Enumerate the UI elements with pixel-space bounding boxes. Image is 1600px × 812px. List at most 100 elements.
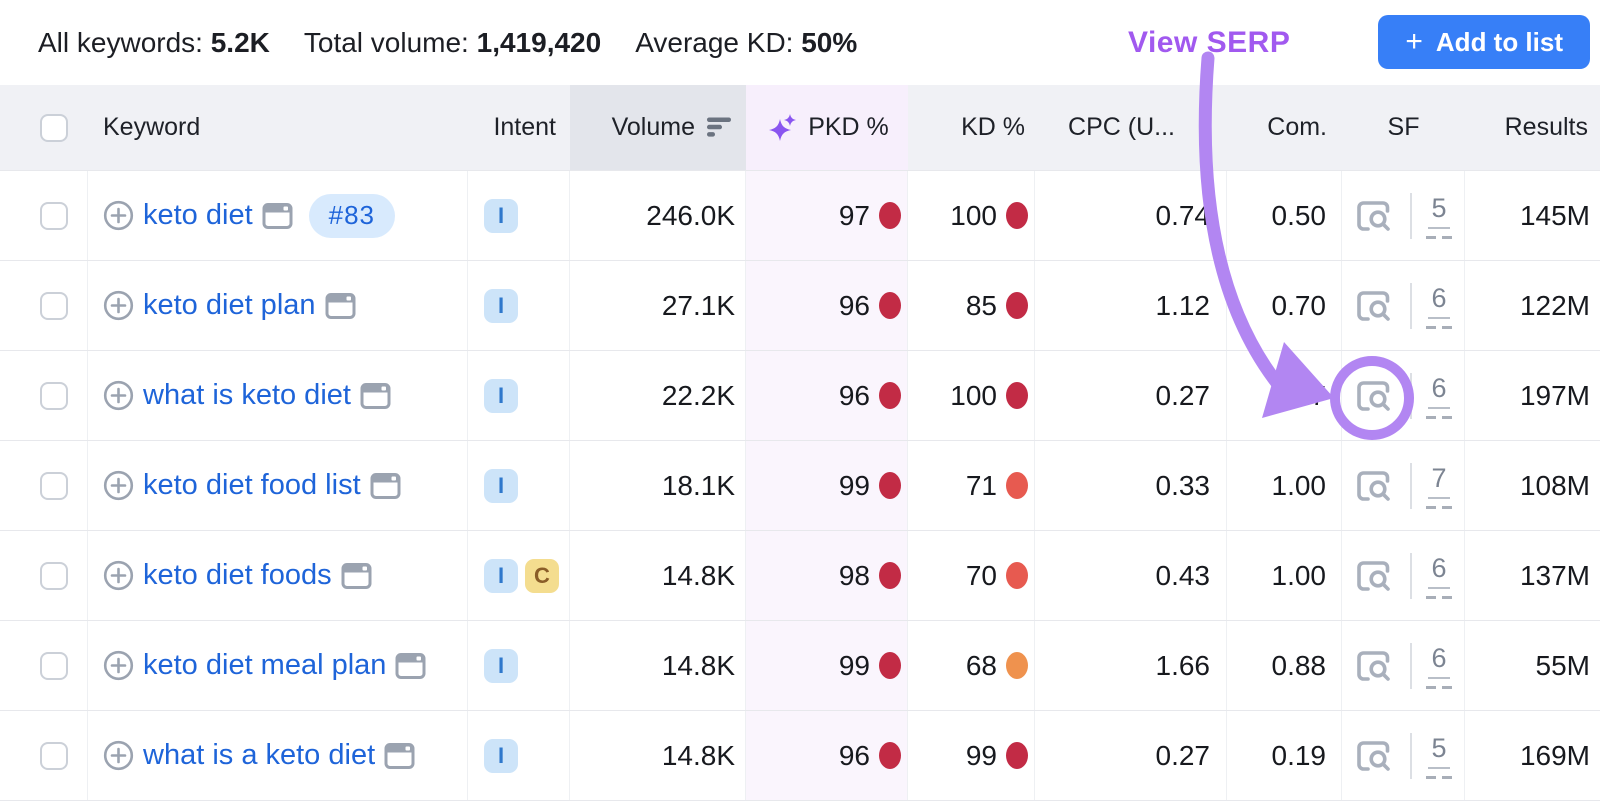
com-value: 0.19: [1227, 711, 1342, 800]
add-keyword-icon[interactable]: [103, 380, 134, 411]
kd-value: 100: [950, 200, 997, 232]
column-header-volume[interactable]: Volume: [570, 85, 746, 170]
keyword-link[interactable]: what is keto diet: [143, 379, 351, 412]
kd-dot: [1006, 652, 1028, 679]
kd-value: 70: [966, 560, 997, 592]
intent-badge-commercial[interactable]: C: [525, 559, 559, 593]
pkd-value: 96: [839, 380, 870, 412]
intent-badge-informational[interactable]: I: [484, 469, 518, 503]
column-header-intent[interactable]: Intent: [468, 85, 570, 170]
pkd-value: 99: [839, 470, 870, 502]
cell-divider: [1410, 643, 1412, 689]
serp-snapshot-icon[interactable]: [341, 562, 372, 590]
view-serp-icon[interactable]: [1354, 738, 1396, 774]
average-kd-label: Average KD:: [635, 27, 793, 58]
serp-snapshot-icon[interactable]: [370, 472, 401, 500]
column-header-results[interactable]: Results: [1465, 85, 1600, 170]
kd-dot: [1006, 382, 1028, 409]
view-serp-icon[interactable]: [1354, 198, 1396, 234]
cpc-value: 0.74: [1035, 171, 1227, 260]
add-keyword-icon[interactable]: [103, 470, 134, 501]
pkd-header-label: PKD %: [808, 113, 889, 142]
volume-value: 27.1K: [570, 261, 746, 350]
kd-dot: [1006, 742, 1028, 769]
cpc-value: 0.33: [1035, 441, 1227, 530]
com-value: 0.17: [1227, 351, 1342, 440]
sf-count[interactable]: 7: [1428, 463, 1449, 499]
add-keyword-icon[interactable]: [103, 200, 134, 231]
view-serp-icon[interactable]: [1354, 558, 1396, 594]
table-row: keto diet foods I C 14.8K 98 70 0.43 1.0…: [0, 531, 1600, 621]
row-checkbox[interactable]: [40, 742, 68, 770]
sf-count[interactable]: 6: [1428, 553, 1449, 589]
view-serp-icon[interactable]: [1354, 468, 1396, 504]
view-serp-icon[interactable]: [1354, 288, 1396, 324]
serp-snapshot-icon[interactable]: [262, 202, 293, 230]
column-header-cpc[interactable]: CPC (U...: [1035, 85, 1227, 170]
serp-snapshot-icon[interactable]: [325, 292, 356, 320]
column-header-keyword[interactable]: Keyword: [88, 85, 468, 170]
table-row: what is a keto diet I 14.8K 96 99 0.27 0…: [0, 711, 1600, 801]
kd-value: 68: [966, 650, 997, 682]
pkd-dot: [879, 382, 901, 409]
table-header: Keyword Intent Volume PKD % KD % CPC (U.…: [0, 85, 1600, 171]
add-to-list-button[interactable]: + Add to list: [1378, 15, 1590, 69]
column-header-com[interactable]: Com.: [1227, 85, 1342, 170]
results-value: 108M: [1465, 441, 1600, 530]
add-keyword-icon[interactable]: [103, 650, 134, 681]
keyword-link[interactable]: keto diet food list: [143, 469, 361, 502]
sf-count[interactable]: 5: [1428, 193, 1449, 229]
add-to-list-label: Add to list: [1436, 27, 1563, 58]
serp-snapshot-icon[interactable]: [395, 652, 426, 680]
results-value: 197M: [1465, 351, 1600, 440]
intent-badge-informational[interactable]: I: [484, 739, 518, 773]
row-checkbox[interactable]: [40, 652, 68, 680]
intent-badge-informational[interactable]: I: [484, 199, 518, 233]
com-value: 1.00: [1227, 441, 1342, 530]
kd-dot: [1006, 202, 1028, 229]
keyword-link[interactable]: keto diet meal plan: [143, 649, 386, 682]
column-header-sf[interactable]: SF: [1342, 85, 1465, 170]
cpc-value: 1.12: [1035, 261, 1227, 350]
add-keyword-icon[interactable]: [103, 560, 134, 591]
sf-count[interactable]: 6: [1428, 373, 1449, 409]
pkd-dot: [879, 202, 901, 229]
com-value: 0.88: [1227, 621, 1342, 710]
keyword-link[interactable]: keto diet: [143, 199, 253, 232]
volume-value: 18.1K: [570, 441, 746, 530]
add-keyword-icon[interactable]: [103, 740, 134, 771]
intent-badge-informational[interactable]: I: [484, 649, 518, 683]
volume-header-label: Volume: [612, 113, 695, 142]
cpc-value: 0.43: [1035, 531, 1227, 620]
row-checkbox[interactable]: [40, 472, 68, 500]
row-checkbox[interactable]: [40, 202, 68, 230]
cpc-value: 0.27: [1035, 711, 1227, 800]
row-checkbox[interactable]: [40, 382, 68, 410]
summary-bar: All keywords: 5.2K Total volume: 1,419,4…: [0, 0, 1600, 85]
pkd-value: 96: [839, 290, 870, 322]
row-checkbox[interactable]: [40, 562, 68, 590]
keyword-link[interactable]: keto diet foods: [143, 559, 332, 592]
select-all-checkbox[interactable]: [40, 114, 68, 142]
pkd-value: 99: [839, 650, 870, 682]
column-header-pkd[interactable]: PKD %: [746, 85, 908, 170]
intent-badge-informational[interactable]: I: [484, 559, 518, 593]
results-value: 137M: [1465, 531, 1600, 620]
serp-snapshot-icon[interactable]: [360, 382, 391, 410]
add-keyword-icon[interactable]: [103, 290, 134, 321]
sf-count[interactable]: 6: [1428, 283, 1449, 319]
intent-badge-informational[interactable]: I: [484, 379, 518, 413]
view-serp-icon[interactable]: [1354, 648, 1396, 684]
row-checkbox[interactable]: [40, 292, 68, 320]
sf-dash: [1426, 506, 1452, 509]
intent-badge-informational[interactable]: I: [484, 289, 518, 323]
sf-count[interactable]: 5: [1428, 733, 1449, 769]
column-header-kd[interactable]: KD %: [908, 85, 1035, 170]
cell-divider: [1410, 193, 1412, 239]
position-badge[interactable]: #83: [309, 194, 395, 238]
keyword-link[interactable]: what is a keto diet: [143, 739, 375, 772]
view-serp-icon-highlighted[interactable]: [1354, 378, 1396, 414]
serp-snapshot-icon[interactable]: [384, 742, 415, 770]
keyword-link[interactable]: keto diet plan: [143, 289, 316, 322]
sf-count[interactable]: 6: [1428, 643, 1449, 679]
